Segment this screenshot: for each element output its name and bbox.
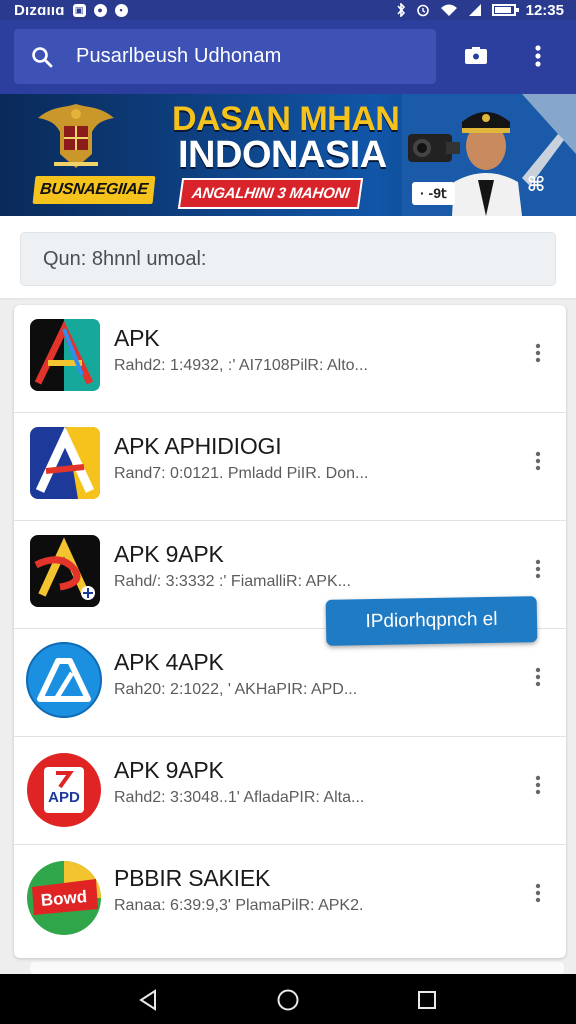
navigation-bar bbox=[0, 974, 576, 1024]
info-toast[interactable]: IPdiorhqpnch el bbox=[325, 596, 538, 646]
app-name: APK APHIDIOGI bbox=[114, 433, 282, 459]
status-right: 12:35 bbox=[396, 2, 564, 19]
alarm-icon bbox=[416, 4, 429, 17]
banner-corner-mark: ⌘ bbox=[526, 173, 546, 196]
apk-triangle-teal-icon bbox=[30, 319, 100, 391]
row-more-button[interactable] bbox=[524, 663, 552, 691]
row-more-button[interactable] bbox=[524, 339, 552, 367]
app-meta: Rahd2: 1:4932, :' AI7108PilR: Alto... bbox=[114, 357, 368, 374]
overflow-menu-button[interactable] bbox=[522, 40, 554, 72]
row-more-button[interactable] bbox=[524, 771, 552, 799]
app-list-item[interactable]: APK APHIDIOGI Rand7: 0:0121. Pmladd PiIR… bbox=[14, 413, 566, 521]
app-list-item[interactable]: APD APK 9APK Rahd2: 3:3048..1' AfladaPIR… bbox=[14, 737, 566, 845]
image-icon: ▣ bbox=[72, 3, 86, 17]
more-vert-icon bbox=[535, 45, 541, 67]
recents-button[interactable] bbox=[413, 986, 441, 1014]
apd-red-circle-icon: APD bbox=[27, 753, 101, 827]
apk-triangle-circle-blue-icon bbox=[26, 642, 102, 718]
garuda-emblem-icon bbox=[38, 104, 114, 168]
camera-icon bbox=[465, 47, 487, 64]
signal-icon bbox=[468, 4, 481, 16]
more-vert-icon bbox=[535, 883, 541, 903]
apk-triangle-blue-yellow-icon bbox=[30, 427, 100, 499]
svg-text:Bowd: Bowd bbox=[40, 887, 88, 910]
more-vert-icon bbox=[535, 775, 541, 795]
status-left: Dızɑııɑ ▣ ● • bbox=[14, 2, 128, 19]
more-vert-icon bbox=[535, 559, 541, 579]
app-list-item[interactable]: APK Rahd2: 1:4932, :' AI7108PilR: Alto..… bbox=[14, 305, 566, 413]
svg-text:APD: APD bbox=[48, 789, 80, 806]
app-meta: Rahd2: 3:3048..1' AfladaPIR: Alta... bbox=[114, 789, 365, 806]
battery-level bbox=[494, 7, 511, 13]
search-icon bbox=[30, 45, 54, 69]
carrier-label: Dızɑııɑ bbox=[14, 1, 65, 19]
app-bar: Pusarlbeush Udhonam bbox=[0, 20, 576, 94]
recents-icon bbox=[418, 991, 436, 1009]
apk-triangle-red-black-icon bbox=[30, 535, 100, 607]
wifi-icon bbox=[440, 4, 457, 16]
filter-placeholder: Qun: 8hnnl umoal: bbox=[43, 247, 207, 270]
home-button[interactable] bbox=[274, 986, 302, 1014]
more-vert-icon bbox=[535, 343, 541, 363]
app-meta: Ranaa: 6:39:9,3' PlamaPilR: APK2. bbox=[114, 897, 364, 914]
app-name: APK 9APK bbox=[114, 757, 224, 783]
more-vert-icon bbox=[535, 451, 541, 471]
app-name: APK 4APK bbox=[114, 649, 224, 675]
back-icon bbox=[139, 989, 156, 1011]
app-name: PBBIR SAKIEK bbox=[114, 865, 271, 891]
app-meta: Rand7: 0:0121. Pmladd PiIR. Don... bbox=[114, 465, 369, 482]
filter-section: Qun: 8hnnl umoal: bbox=[0, 216, 576, 300]
notification-icon: ● bbox=[93, 3, 107, 17]
clock: 12:35 bbox=[525, 1, 564, 19]
app-name: APK 9APK bbox=[114, 541, 224, 567]
message-icon: • bbox=[114, 3, 128, 17]
bluetooth-icon bbox=[397, 3, 405, 17]
app-meta: Rahd/: 3:3332 :' FiamalliR: APK... bbox=[114, 573, 351, 590]
home-icon bbox=[277, 989, 299, 1011]
banner-chip: BUSNAEGIIAE bbox=[32, 176, 156, 204]
search-bar[interactable]: Pusarlbeush Udhonam bbox=[14, 29, 436, 84]
back-button[interactable] bbox=[134, 986, 162, 1014]
list-more-edge bbox=[30, 962, 564, 974]
app-name: APK bbox=[114, 325, 160, 351]
banner-tag: · -9𝗍 bbox=[412, 182, 455, 205]
app-list-item[interactable]: Bowd PBBIR SAKIEK Ranaa: 6:39:9,3' Plama… bbox=[14, 845, 566, 953]
status-bar: Dızɑııɑ ▣ ● • 12:35 bbox=[0, 0, 576, 20]
bowd-green-circle-icon: Bowd bbox=[27, 861, 101, 935]
app-list-item[interactable]: APK 4APK Rah20: 2:1022, ' AKHaPIR: APD..… bbox=[14, 629, 566, 737]
banner-title-line2: INDONASIA bbox=[178, 134, 387, 176]
row-more-button[interactable] bbox=[524, 447, 552, 475]
row-more-button[interactable] bbox=[524, 555, 552, 583]
search-query[interactable]: Pusarlbeush Udhonam bbox=[76, 45, 281, 68]
battery-icon bbox=[491, 4, 519, 16]
banner-ribbon: ANGALHINI 3 MAHONI bbox=[177, 178, 364, 209]
filter-input[interactable]: Qun: 8hnnl umoal: bbox=[20, 232, 556, 286]
promo-banner[interactable]: BUSNAEGIIAE DASAN MHAN INDONASIA ANGALHI… bbox=[0, 94, 576, 216]
app-meta: Rah20: 2:1022, ' AKHaPIR: APD... bbox=[114, 681, 358, 698]
row-more-button[interactable] bbox=[524, 879, 552, 907]
camera-button[interactable] bbox=[460, 40, 492, 72]
more-vert-icon bbox=[535, 667, 541, 687]
